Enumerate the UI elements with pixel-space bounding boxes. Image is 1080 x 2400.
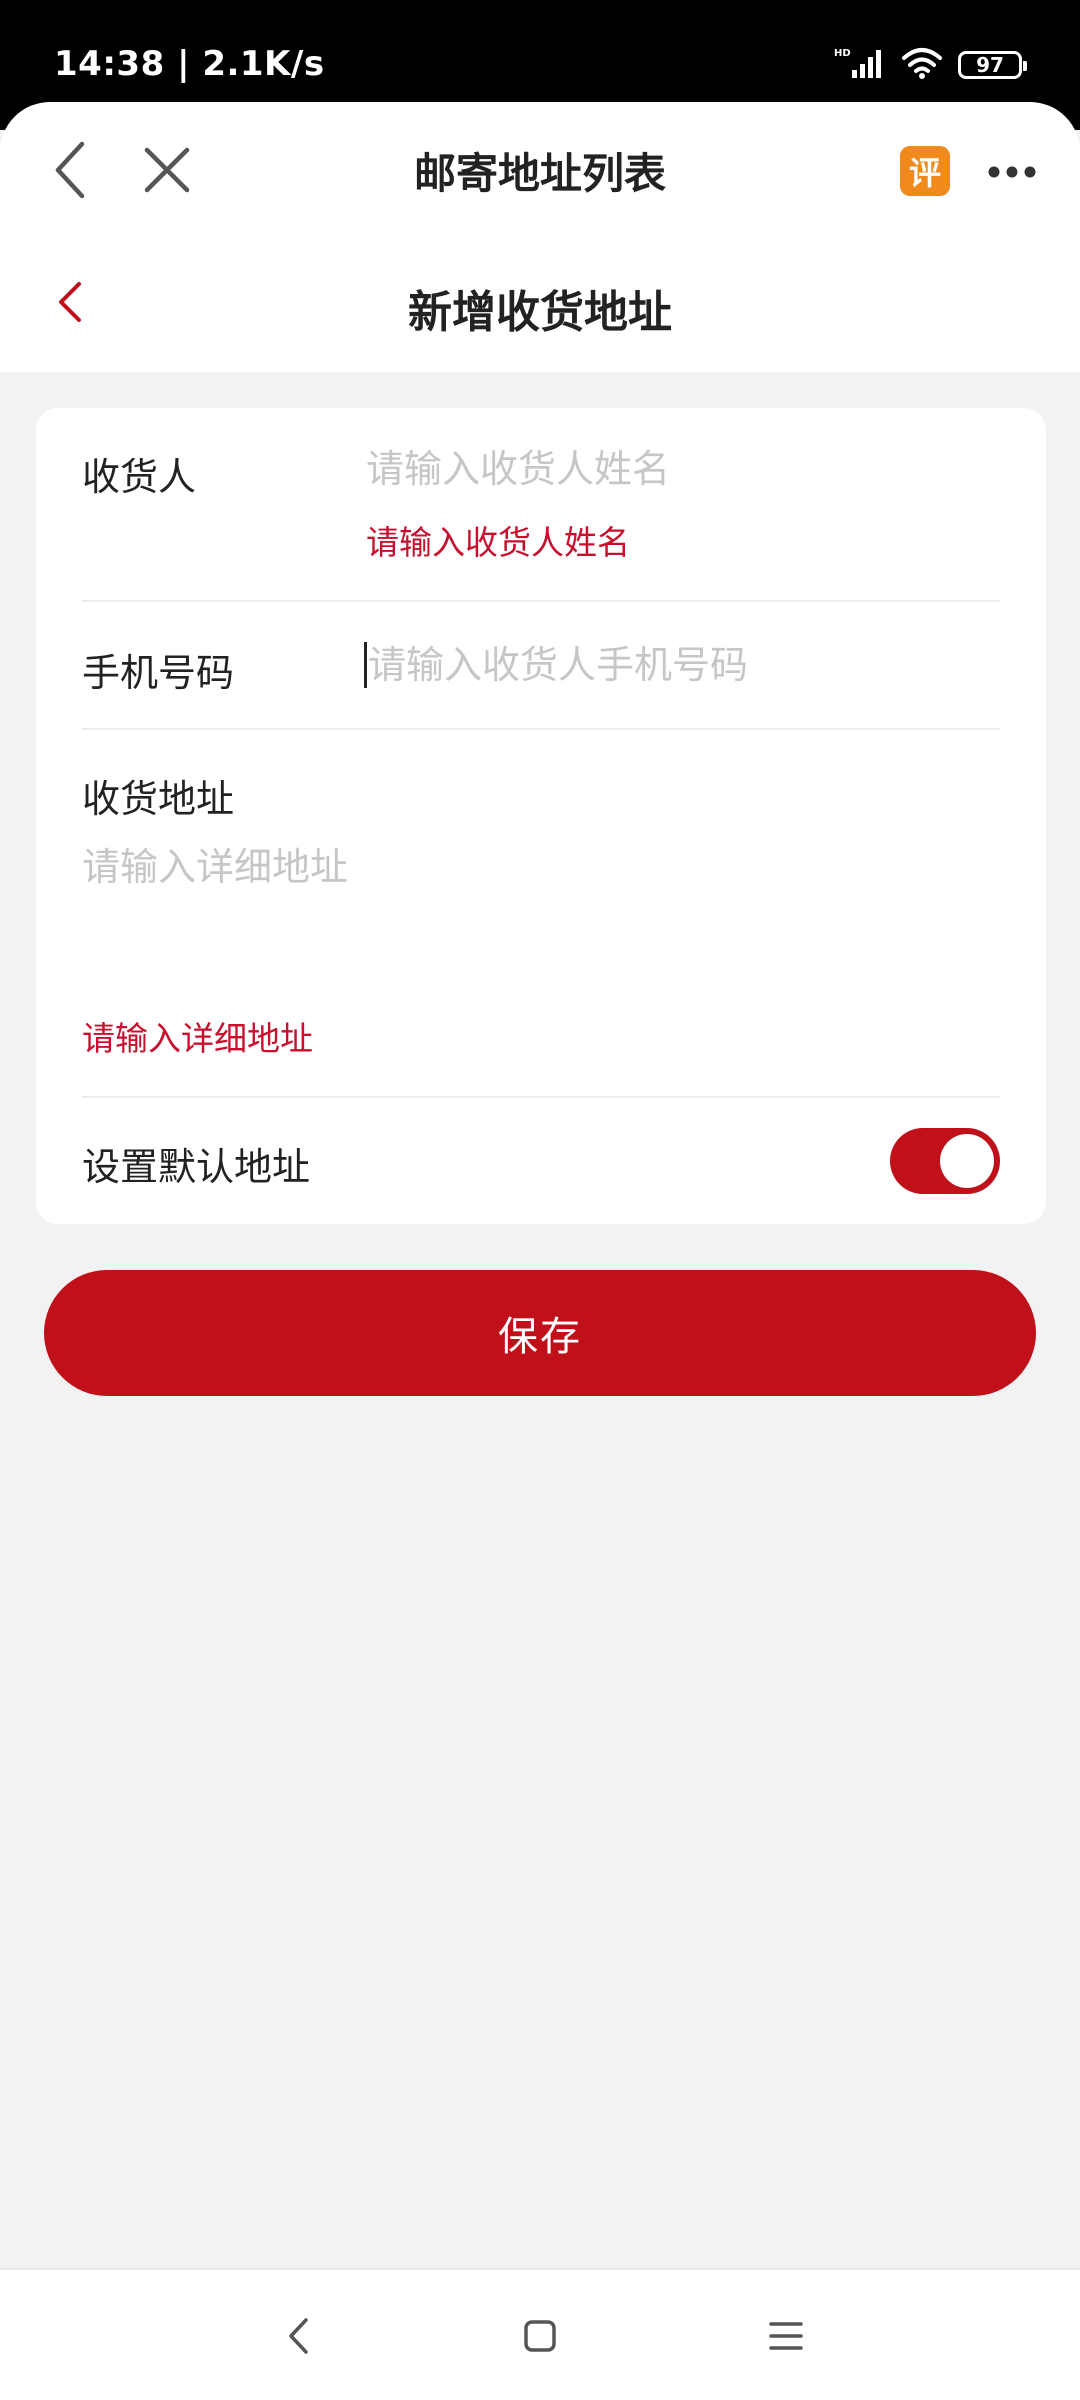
default-address-label: 设置默认地址: [82, 1145, 311, 1189]
address-textarea[interactable]: [82, 836, 1000, 966]
address-form: 收货人 请输入收货人姓名 手机号码 收货地址 请输入详细地址 设置默认地址: [36, 408, 1046, 1224]
text-cursor: [364, 642, 367, 688]
toggle-knob: [940, 1134, 994, 1188]
more-horizontal-icon: [988, 166, 1036, 178]
screen: 14:38 | 2.1K/s HD 97 邮寄地址列表 评 新增收货地址 收货人…: [0, 0, 1080, 2400]
wifi-icon: [900, 46, 944, 84]
battery-level: 97: [976, 53, 1004, 77]
evaluate-badge-text: 评: [908, 154, 941, 192]
system-back-button[interactable]: [258, 2300, 338, 2372]
evaluate-button[interactable]: 评: [896, 142, 954, 200]
signal-icon: HD: [834, 46, 886, 84]
receiver-input[interactable]: [366, 444, 996, 494]
more-button[interactable]: [982, 152, 1042, 192]
address-label: 收货地址: [82, 777, 235, 821]
page-title: 新增收货地址: [408, 287, 672, 338]
status-time: 14:38 | 2.1K/s: [54, 44, 325, 84]
phone-label: 手机号码: [82, 651, 235, 695]
address-error: 请输入详细地址: [82, 1019, 313, 1058]
top-navbar: 邮寄地址列表 评: [0, 102, 1080, 232]
back-icon: [289, 2318, 308, 2354]
menu-icon: [769, 2322, 803, 2350]
status-icons: HD 97: [834, 46, 1027, 84]
svg-text:HD: HD: [834, 48, 851, 59]
divider: [82, 728, 1000, 730]
home-icon: [524, 2320, 556, 2352]
receiver-error: 请输入收货人姓名: [366, 523, 630, 562]
page-header: 新增收货地址: [0, 232, 1080, 372]
save-button[interactable]: 保存: [44, 1270, 1036, 1396]
phone-input[interactable]: [368, 640, 996, 690]
receiver-label: 收货人: [82, 455, 197, 499]
default-address-toggle[interactable]: [890, 1128, 1000, 1194]
system-nav-bar: [0, 2268, 1080, 2400]
evaluate-icon: 评: [900, 146, 950, 196]
battery-icon: 97: [958, 51, 1027, 79]
system-menu-button[interactable]: [746, 2300, 826, 2372]
divider: [82, 1096, 1000, 1098]
divider: [82, 600, 1000, 602]
system-home-button[interactable]: [500, 2300, 580, 2372]
